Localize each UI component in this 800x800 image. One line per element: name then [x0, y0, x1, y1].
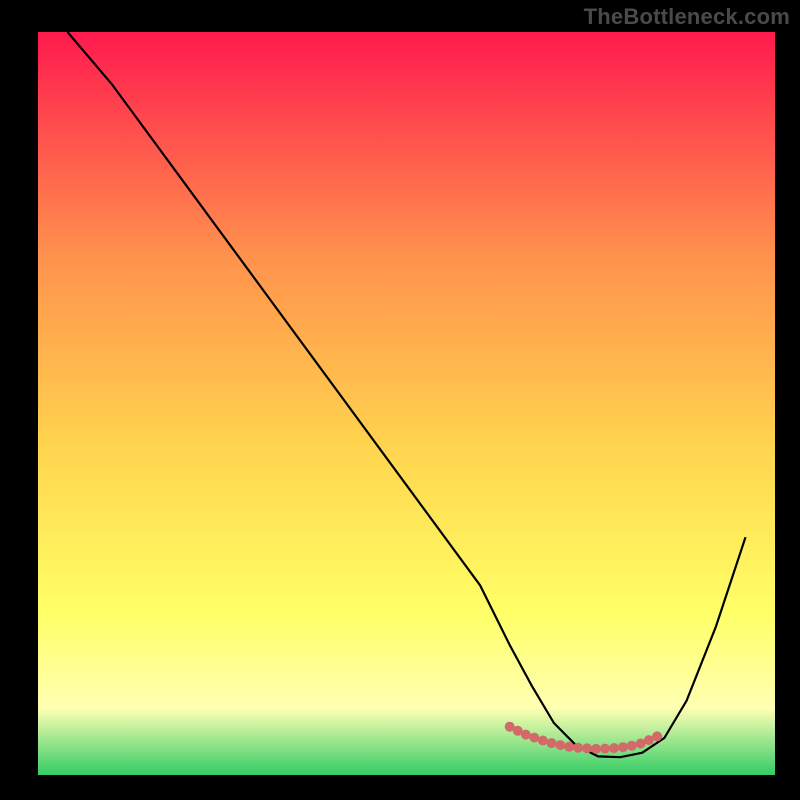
- watermark-text: TheBottleneck.com: [584, 4, 790, 30]
- bottleneck-chart: TheBottleneck.com: [0, 0, 800, 800]
- chart-svg: [0, 0, 800, 800]
- plot-background: [38, 32, 775, 775]
